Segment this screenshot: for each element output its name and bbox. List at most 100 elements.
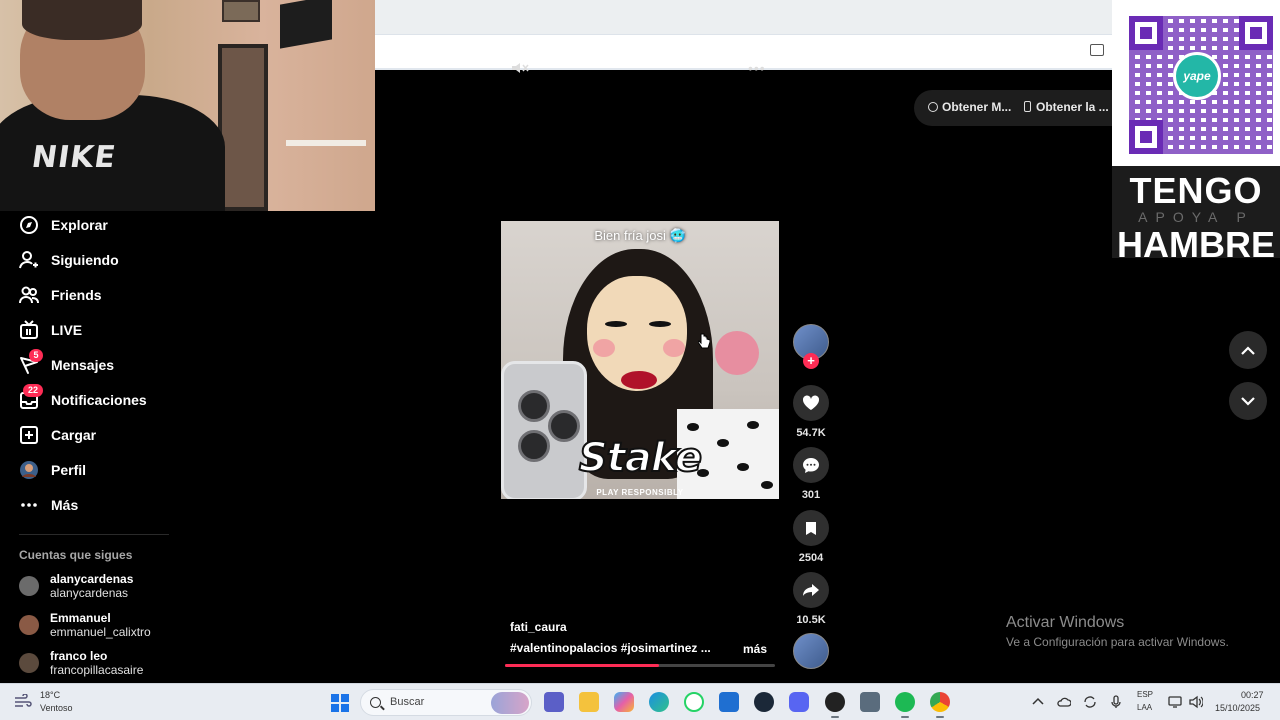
copilot-icon[interactable] [614, 692, 634, 712]
eye [605, 321, 627, 327]
windows-start-icon[interactable] [331, 694, 349, 712]
get-coins-button[interactable]: Obtener M... [928, 100, 1011, 114]
sidebar-item-siguiendo[interactable]: Siguiendo [19, 248, 119, 272]
sidebar-item-explorar[interactable]: Explorar [19, 213, 108, 237]
sidebar-item-mas[interactable]: Más [19, 493, 78, 517]
sidebar-item-perfil[interactable]: Perfil [19, 458, 86, 482]
video-progress-bar[interactable] [505, 664, 775, 667]
file-explorer-icon[interactable] [579, 692, 599, 712]
account-username: alanycardenas [50, 586, 129, 600]
saves-count: 2504 [798, 552, 824, 564]
whatsapp-icon[interactable] [684, 692, 704, 712]
edge-icon[interactable] [649, 692, 669, 712]
weather-temp[interactable]: 18°C [40, 690, 60, 700]
browser-address-bar[interactable] [375, 34, 1112, 70]
steam-icon[interactable] [754, 692, 774, 712]
calculator-icon[interactable] [860, 692, 880, 712]
volume-icon[interactable] [1189, 695, 1203, 709]
avatar [19, 615, 39, 635]
browser-tab-strip [375, 0, 1112, 34]
play-responsibly-text: PLAY RESPONSIBLY [596, 488, 684, 497]
weather-condition[interactable]: Ventoso [40, 703, 73, 713]
cheek [663, 339, 685, 357]
input-language[interactable]: ESP [1137, 690, 1153, 699]
sidebar-item-mensajes[interactable]: 5 Mensajes [19, 349, 114, 377]
heart-icon [802, 395, 820, 410]
sidebar-item-notificaciones[interactable]: 22 Notificaciones [19, 384, 147, 412]
cloud-icon[interactable] [1057, 695, 1071, 709]
comment-action[interactable]: 301 [793, 447, 829, 501]
stake-watermark: Stake [578, 434, 703, 482]
comment-icon [803, 457, 819, 473]
account-name: alanycardenas [50, 572, 134, 586]
get-buttons-bar: Obtener M... Obtener la ... [914, 90, 1112, 126]
more-options-icon[interactable]: ••• [748, 60, 766, 76]
spotify-icon[interactable] [895, 692, 915, 718]
wind-weather-icon[interactable] [14, 694, 32, 708]
video-player[interactable]: Bien fría josi 🥶 Stake PLAY RESPONSIBLY [501, 221, 779, 499]
bookmark-icon [806, 521, 816, 535]
taskbar-search[interactable]: Buscar [360, 689, 532, 716]
save-button[interactable] [793, 510, 829, 546]
eye [649, 321, 671, 327]
search-placeholder: Buscar [390, 696, 425, 708]
profile-avatar-icon [20, 461, 38, 479]
obs-icon[interactable] [825, 692, 845, 718]
discord-icon[interactable] [789, 692, 809, 712]
donation-title-top: TENGO [1129, 170, 1263, 211]
cast-icon[interactable] [1090, 44, 1104, 56]
activate-windows-subtitle: Ve a Configuración para activar Windows. [1006, 635, 1229, 649]
sidebar-item-live[interactable]: LIVE [19, 318, 82, 342]
comments-count: 301 [801, 489, 821, 501]
store-icon[interactable] [719, 692, 739, 712]
mute-icon[interactable] [511, 62, 529, 74]
input-layout[interactable]: LAA [1137, 703, 1152, 712]
chrome-icon[interactable] [930, 692, 950, 718]
account-name: Emmanuel [50, 611, 111, 625]
video-hashtags[interactable]: #valentinopalacios #josimartinez ... [510, 641, 711, 655]
sidebar-item-cargar[interactable]: Cargar [19, 423, 96, 447]
likes-count: 54.7K [796, 427, 826, 439]
sidebar-item-label: LIVE [51, 322, 83, 338]
teams-icon[interactable] [544, 692, 564, 712]
follow-plus-button[interactable]: + [803, 353, 819, 369]
sidebar-item-friends[interactable]: Friends [19, 283, 102, 307]
sound-avatar[interactable] [793, 633, 829, 669]
shirt-dot [747, 421, 759, 429]
next-video-button[interactable] [1229, 382, 1267, 420]
get-app-button[interactable]: Obtener la ... [1024, 100, 1109, 114]
sync-icon[interactable] [1083, 695, 1097, 709]
sidebar-item-label: Perfil [51, 462, 87, 478]
shirt-logo: NIKE [29, 140, 119, 175]
clock-time[interactable]: 00:27 [1241, 690, 1264, 700]
shirt-dot [687, 423, 699, 431]
windows-taskbar: 18°C Ventoso Buscar ESP LAA 00:27 15/10/… [0, 683, 1280, 720]
donation-title-bottom: HAMBRE [1117, 224, 1275, 265]
share-button[interactable] [793, 572, 829, 608]
door [218, 44, 268, 211]
like-button[interactable] [793, 385, 829, 421]
avatar [19, 653, 39, 673]
sidebar-item-label: Cargar [51, 427, 97, 443]
video-author[interactable]: fati_caura [510, 620, 567, 634]
coin-icon [928, 102, 938, 112]
display-icon[interactable] [1168, 695, 1182, 709]
messages-badge: 5 [29, 349, 43, 362]
account-name: franco leo [50, 649, 108, 663]
like-action[interactable]: 54.7K [793, 385, 829, 439]
donation-subtitle: APOYA P [1138, 209, 1254, 225]
more-description-button[interactable]: más [743, 642, 767, 656]
save-action[interactable]: 2504 [793, 510, 829, 564]
clock-date[interactable]: 15/10/2025 [1215, 703, 1260, 713]
share-action[interactable]: 10.5K [793, 572, 829, 626]
activate-windows-title: Activar Windows [1006, 614, 1125, 631]
plush-toy [715, 331, 759, 375]
previous-video-button[interactable] [1229, 331, 1267, 369]
comment-button[interactable] [793, 447, 829, 483]
chevron-up-tray-icon[interactable] [1031, 695, 1045, 709]
live-tv-icon [20, 320, 38, 339]
microphone-icon[interactable] [1109, 695, 1123, 709]
search-highlight-icon [491, 692, 529, 714]
qr-code: yape [1112, 0, 1280, 166]
qr-finder [1129, 16, 1163, 50]
